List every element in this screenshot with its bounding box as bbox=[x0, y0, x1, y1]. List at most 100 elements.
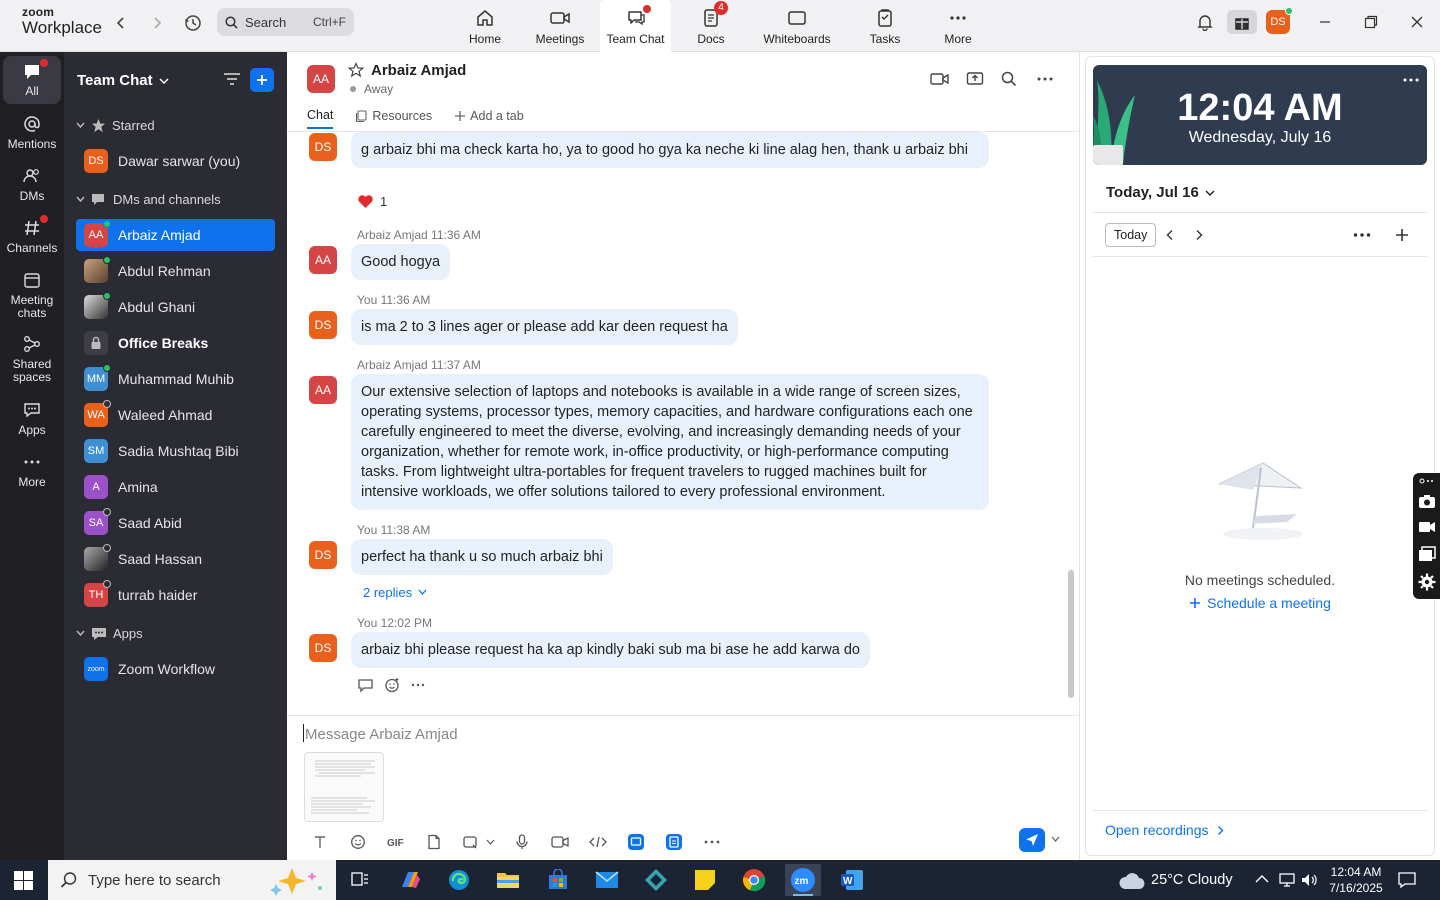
taskbar-word[interactable]: W bbox=[834, 864, 870, 896]
screenshot-button[interactable] bbox=[453, 831, 503, 853]
rail-apps[interactable]: Apps bbox=[3, 400, 61, 437]
pin-button[interactable] bbox=[1419, 477, 1435, 485]
video-call-button[interactable] bbox=[930, 71, 950, 87]
replies-link[interactable]: 2 replies bbox=[363, 585, 427, 600]
message-avatar[interactable]: DS bbox=[309, 634, 337, 662]
sidebar-item-waleed-ahmad[interactable]: WA Waleed Ahmad bbox=[76, 399, 275, 431]
gift-button[interactable] bbox=[1227, 10, 1257, 34]
rail-all[interactable]: All bbox=[3, 56, 61, 104]
message-avatar[interactable]: AA bbox=[309, 246, 337, 274]
sidebar-item-office-breaks[interactable]: Office Breaks bbox=[76, 327, 275, 359]
date-picker[interactable]: Today, Jul 16 bbox=[1106, 184, 1215, 201]
tab-meetings[interactable]: Meetings bbox=[532, 0, 588, 52]
back-button[interactable] bbox=[108, 12, 134, 34]
attachment-thumbnail[interactable] bbox=[304, 752, 384, 822]
weather-text[interactable]: 25°C Cloudy bbox=[1151, 872, 1233, 888]
gif-button[interactable]: GIF bbox=[377, 831, 415, 853]
search-box[interactable]: Search Ctrl+F bbox=[217, 8, 354, 36]
user-avatar[interactable]: DS bbox=[1266, 7, 1293, 34]
sidebar-item-dawar-sarwar[interactable]: DS Dawar sarwar (you) bbox=[76, 145, 275, 177]
next-day-button[interactable] bbox=[1195, 229, 1203, 241]
start-button[interactable] bbox=[14, 871, 33, 890]
share-screen-button[interactable] bbox=[966, 70, 984, 88]
message-avatar[interactable]: DS bbox=[309, 133, 337, 161]
volume-icon[interactable] bbox=[1300, 871, 1318, 889]
notifications-center-button[interactable] bbox=[1397, 871, 1417, 889]
taskbar-store[interactable] bbox=[540, 864, 576, 896]
send-options-button[interactable] bbox=[1051, 836, 1060, 843]
maximize-button[interactable] bbox=[1356, 10, 1386, 34]
message-avatar[interactable]: DS bbox=[309, 541, 337, 569]
contact-avatar[interactable]: AA bbox=[307, 65, 335, 93]
docs-share-button[interactable] bbox=[655, 831, 693, 853]
previous-day-button[interactable] bbox=[1166, 229, 1174, 241]
taskbar-task-view[interactable] bbox=[342, 864, 378, 896]
send-button[interactable] bbox=[1019, 828, 1045, 852]
rail-shared-spaces[interactable]: Shared spaces bbox=[3, 334, 61, 384]
message-input[interactable]: Message Arbaiz Amjad bbox=[303, 724, 458, 743]
rail-more[interactable]: More bbox=[3, 452, 61, 489]
section-starred[interactable]: Starred bbox=[76, 118, 155, 133]
history-button[interactable] bbox=[180, 12, 206, 34]
tab-tasks[interactable]: Tasks bbox=[867, 0, 903, 52]
sidebar-item-arbaiz-amjad[interactable]: AA Arbaiz Amjad bbox=[76, 219, 275, 251]
calendar-more-button[interactable] bbox=[1353, 232, 1371, 238]
format-text-button[interactable] bbox=[301, 831, 339, 853]
taskbar-copilot[interactable] bbox=[392, 864, 428, 896]
whiteboard-share-button[interactable] bbox=[617, 831, 655, 853]
star-button[interactable] bbox=[348, 62, 364, 78]
sidebar-item-sadia-mushtaq-bibi[interactable]: SM Sadia Mushtaq Bibi bbox=[76, 435, 275, 467]
forward-button[interactable] bbox=[144, 12, 170, 34]
rail-meeting-chats[interactable]: Meeting chats bbox=[3, 270, 61, 320]
close-button[interactable] bbox=[1402, 10, 1432, 34]
tab-whiteboards[interactable]: Whiteboards bbox=[761, 0, 833, 52]
rail-dms[interactable]: DMs bbox=[3, 166, 61, 203]
message-avatar[interactable]: AA bbox=[309, 376, 337, 404]
filter-button[interactable] bbox=[222, 70, 242, 88]
voice-message-button[interactable] bbox=[503, 831, 541, 853]
record-button[interactable] bbox=[1418, 520, 1436, 534]
tab-resources[interactable]: Resources bbox=[355, 108, 432, 129]
tab-more[interactable]: More bbox=[940, 0, 976, 52]
taskbar-chrome[interactable] bbox=[736, 864, 772, 896]
message-more-button[interactable] bbox=[411, 682, 425, 688]
add-reaction-button[interactable] bbox=[384, 677, 401, 693]
chat-scrollbar[interactable] bbox=[1068, 570, 1074, 698]
new-chat-button[interactable] bbox=[250, 68, 274, 92]
network-icon[interactable] bbox=[1278, 871, 1296, 889]
message-avatar[interactable]: DS bbox=[309, 311, 337, 339]
taskbar-file-explorer[interactable] bbox=[490, 864, 526, 896]
open-recordings-link[interactable]: Open recordings bbox=[1105, 822, 1224, 838]
taskbar-edge[interactable] bbox=[441, 864, 477, 896]
chat-more-button[interactable] bbox=[1036, 72, 1054, 86]
tab-home[interactable]: Home bbox=[466, 0, 504, 52]
taskbar-clock[interactable]: 12:04 AM 7/16/2025 bbox=[1322, 864, 1390, 896]
notifications-button[interactable] bbox=[1190, 10, 1220, 34]
sidebar-title[interactable]: Team Chat bbox=[77, 72, 169, 89]
sidebar-item-muhammad-muhib[interactable]: MM Muhammad Muhib bbox=[76, 363, 275, 395]
rail-mentions[interactable]: Mentions bbox=[3, 114, 61, 151]
weather-widget[interactable] bbox=[1118, 872, 1146, 890]
today-button[interactable]: Today bbox=[1105, 223, 1157, 247]
tab-chat[interactable]: Chat bbox=[307, 108, 334, 129]
sidebar-item-abdul-rehman[interactable]: Abdul Rehman bbox=[76, 255, 275, 287]
camera-button[interactable] bbox=[1418, 493, 1436, 509]
add-tab-button[interactable]: Add a tab bbox=[454, 108, 524, 129]
reaction-heart[interactable]: 1 bbox=[357, 194, 387, 209]
tab-docs[interactable]: 4 Docs bbox=[693, 0, 729, 52]
minimize-button[interactable] bbox=[1310, 10, 1340, 34]
code-snippet-button[interactable] bbox=[579, 831, 617, 853]
window-button[interactable] bbox=[1418, 546, 1436, 562]
tab-team-chat[interactable]: Team Chat bbox=[600, 0, 671, 52]
taskbar-sticky-notes[interactable] bbox=[687, 864, 723, 896]
sidebar-item-amina[interactable]: A Amina bbox=[76, 471, 275, 503]
video-message-button[interactable] bbox=[541, 831, 579, 853]
taskbar-app-diamond[interactable] bbox=[638, 864, 674, 896]
sidebar-item-saad-abid[interactable]: SA Saad Abid bbox=[76, 507, 275, 539]
sidebar-item-zoom-workflow[interactable]: zoom Zoom Workflow bbox=[76, 653, 275, 685]
clock-more-button[interactable] bbox=[1403, 77, 1419, 83]
attach-file-button[interactable] bbox=[415, 831, 453, 853]
rail-channels[interactable]: Channels bbox=[3, 215, 61, 255]
add-event-button[interactable] bbox=[1395, 228, 1409, 242]
reply-button[interactable] bbox=[357, 677, 374, 693]
